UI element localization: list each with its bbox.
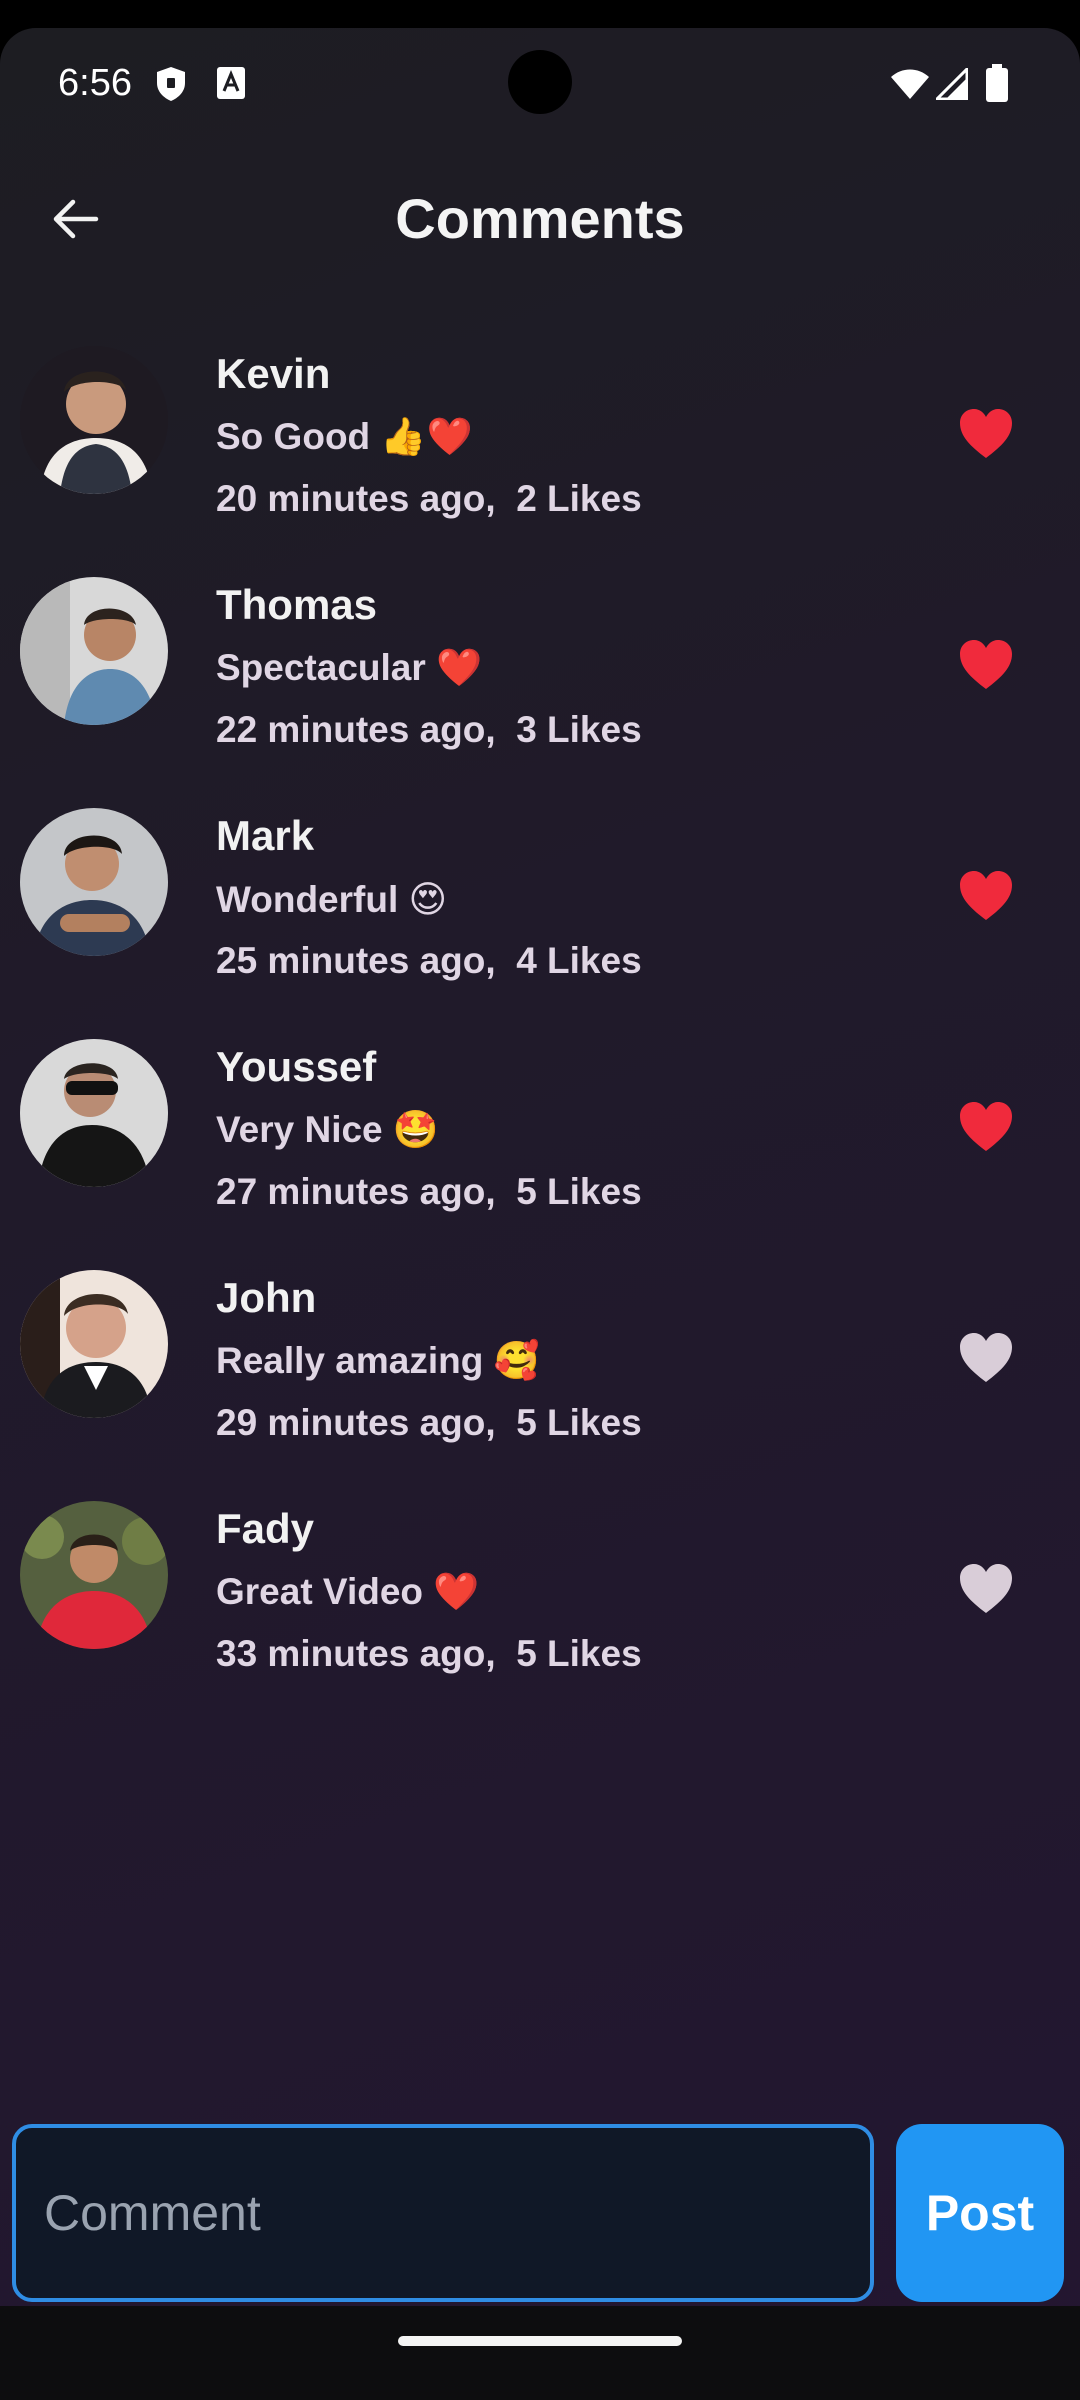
comment-text: Great Video ❤️ [216, 1571, 480, 1612]
translate-icon [216, 66, 246, 105]
like-button[interactable] [958, 1332, 1014, 1384]
comment-item: Youssef Very Nice 🤩 27 minutes ago, 5 Li… [0, 1039, 1080, 1270]
avatar[interactable] [20, 1270, 168, 1418]
comment-text: Wonderful 😍 [216, 879, 448, 920]
comment-item: Fady Great Video ❤️ 33 minutes ago, 5 Li… [0, 1501, 1080, 1732]
avatar[interactable] [20, 577, 168, 725]
avatar[interactable] [20, 346, 168, 494]
comment-meta: 27 minutes ago, 5 Likes [216, 1171, 642, 1212]
heart-icon [960, 640, 1012, 689]
camera-cutout [508, 50, 572, 114]
like-button[interactable] [958, 1563, 1014, 1615]
heart-icon [960, 1102, 1012, 1151]
status-time: 6:56 [58, 62, 132, 104]
home-handle[interactable] [398, 2336, 682, 2346]
like-button[interactable] [958, 870, 1014, 922]
heart-icon [960, 409, 1012, 458]
avatar[interactable] [20, 1501, 168, 1649]
comment-meta: 33 minutes ago, 5 Likes [216, 1633, 642, 1674]
comment-text: Spectacular ❤️ [216, 647, 483, 688]
shield-icon [156, 66, 186, 107]
comment-author: Youssef [216, 1043, 377, 1090]
comment-author: Mark [216, 812, 315, 859]
comment-input-container [12, 2124, 874, 2302]
comment-text: Very Nice 🤩 [216, 1109, 439, 1150]
comment-meta: 22 minutes ago, 3 Likes [216, 709, 642, 750]
comment-text: So Good 👍❤️ [216, 416, 473, 457]
heart-outline-icon [960, 1564, 1012, 1613]
heart-outline-icon [960, 1333, 1012, 1382]
avatar[interactable] [20, 1039, 168, 1187]
app-header: Comments [0, 158, 1080, 278]
battery-icon [986, 64, 1008, 107]
comment-item: Thomas Spectacular ❤️ 22 minutes ago, 3 … [0, 577, 1080, 808]
like-button[interactable] [958, 408, 1014, 460]
comment-author: Fady [216, 1505, 315, 1552]
comment-item: Mark Wonderful 😍 25 minutes ago, 4 Likes [0, 808, 1080, 1039]
comment-item: John Really amazing 🥰 29 minutes ago, 5 … [0, 1270, 1080, 1501]
comment-author: Kevin [216, 350, 331, 397]
app-screen: 6:56 Comments Kevin So Good 👍❤️ 20 minut… [0, 28, 1080, 2400]
comment-meta: 20 minutes ago, 2 Likes [216, 478, 642, 519]
page-title: Comments [395, 187, 685, 250]
heart-icon [960, 871, 1012, 920]
comment-author: Thomas [216, 581, 378, 628]
comment-item: Kevin So Good 👍❤️ 20 minutes ago, 2 Like… [0, 346, 1080, 577]
like-button[interactable] [958, 639, 1014, 691]
post-button[interactable]: Post [896, 2124, 1064, 2302]
avatar[interactable] [20, 808, 168, 956]
status-bar: 6:56 [0, 28, 1080, 138]
comment-author: John [216, 1274, 317, 1321]
signal-icon [933, 65, 969, 105]
comment-meta: 29 minutes ago, 5 Likes [216, 1402, 642, 1443]
gesture-nav-bar [0, 2306, 1080, 2400]
like-button[interactable] [958, 1101, 1014, 1153]
comment-meta: 25 minutes ago, 4 Likes [216, 940, 642, 981]
comment-text: Really amazing 🥰 [216, 1340, 540, 1381]
wifi-icon [890, 68, 930, 105]
comment-input[interactable] [16, 2128, 870, 2298]
